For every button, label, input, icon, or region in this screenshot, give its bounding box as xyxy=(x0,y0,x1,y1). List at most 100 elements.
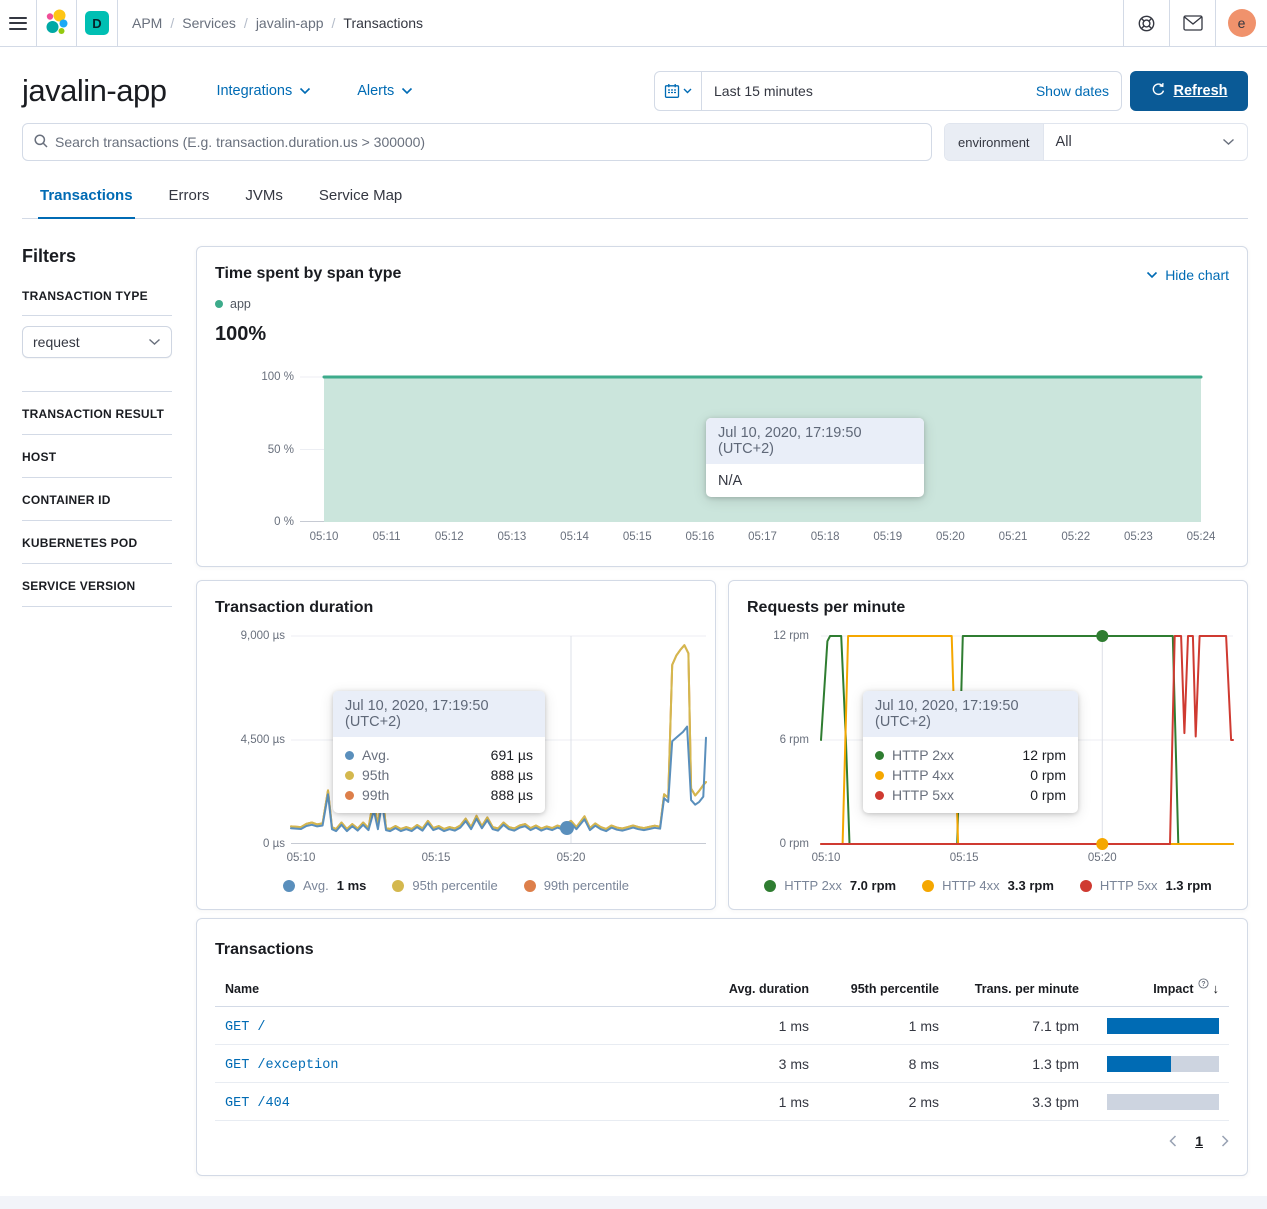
chart-tooltip: Jul 10, 2020, 17:19:50 (UTC+2) Avg.691 µ… xyxy=(333,691,545,813)
chevron-down-icon xyxy=(1222,138,1235,146)
tab-service-map[interactable]: Service Map xyxy=(317,181,404,218)
tooltip-row: HTTP 4xx0 rpm xyxy=(875,765,1066,785)
show-dates-link[interactable]: Show dates xyxy=(1036,83,1109,99)
rpm-chart-legend: HTTP 2xx7.0 rpm HTTP 4xx3.3 rpm HTTP 5xx1.… xyxy=(729,878,1247,893)
newsfeed-mail-icon[interactable] xyxy=(1169,0,1215,46)
transaction-link[interactable]: GET /exception xyxy=(225,1058,338,1073)
search-input[interactable] xyxy=(55,134,921,150)
impact-cell xyxy=(1089,1007,1229,1045)
series-dot-icon xyxy=(875,751,884,760)
y-tick-label: 9,000 µs xyxy=(241,630,285,642)
environment-select[interactable]: environment All xyxy=(944,123,1248,161)
question-circle-icon: ? xyxy=(1198,978,1209,992)
column-header-avg-duration[interactable]: Avg. duration xyxy=(699,973,819,1007)
facet-host[interactable]: HOST xyxy=(22,435,172,478)
column-header-name[interactable]: Name xyxy=(215,973,699,1007)
breadcrumb-item[interactable]: APM xyxy=(132,15,162,31)
facet-transaction-result[interactable]: TRANSACTION RESULT xyxy=(22,392,172,435)
breadcrumb-item[interactable]: Services xyxy=(182,15,236,31)
x-tick-label: 05:10 xyxy=(310,531,339,543)
table-body: GET /1 ms1 ms7.1 tpmGET /exception3 ms8 … xyxy=(215,1007,1229,1121)
span-chart-title: Time spent by span type xyxy=(215,265,401,283)
x-tick-label: 05:24 xyxy=(1187,531,1216,543)
x-tick-label: 05:23 xyxy=(1124,531,1153,543)
column-header-95th[interactable]: 95th percentile xyxy=(819,973,949,1007)
refresh-button[interactable]: Refresh xyxy=(1130,71,1248,111)
tooltip-row: 99th888 µs xyxy=(345,785,533,805)
svg-text:?: ? xyxy=(1201,980,1205,987)
facet-kubernetes-pod[interactable]: KUBERNETES POD xyxy=(22,521,172,564)
service-header: javalin-app Integrations Alerts xyxy=(22,47,1248,111)
facet-container-id[interactable]: CONTAINER ID xyxy=(22,478,172,521)
legend-item[interactable]: HTTP 2xx7.0 rpm xyxy=(764,878,896,893)
requests-per-minute-card: Requests per minute 12 rpm6 rpm0 rpm 05:… xyxy=(728,580,1248,910)
logo-section xyxy=(37,0,77,46)
hide-chart-link[interactable]: Hide chart xyxy=(1146,267,1229,283)
x-tick-label: 05:19 xyxy=(873,531,902,543)
breadcrumb-separator: / xyxy=(332,15,336,31)
tab-jvms[interactable]: JVMs xyxy=(243,181,285,218)
chevron-down-icon xyxy=(1146,271,1158,279)
table-cell: 7.1 tpm xyxy=(949,1007,1089,1045)
space-section: D xyxy=(77,0,118,46)
transaction-link[interactable]: GET / xyxy=(225,1020,266,1035)
x-tick-label: 05:15 xyxy=(623,531,652,543)
date-picker: Last 15 minutes Show dates xyxy=(654,71,1122,111)
impact-cell xyxy=(1089,1083,1229,1121)
table-cell: 1.3 tpm xyxy=(949,1045,1089,1083)
transaction-type-select[interactable]: request xyxy=(22,326,172,358)
column-header-tpm[interactable]: Trans. per minute xyxy=(949,973,1089,1007)
tab-errors[interactable]: Errors xyxy=(167,181,212,218)
y-tick-label: 6 rpm xyxy=(780,734,809,746)
series-dot-icon xyxy=(345,751,354,760)
calendar-icon[interactable] xyxy=(655,72,702,110)
user-menu[interactable]: e xyxy=(1215,0,1267,46)
transactions-table-card: Transactions Name Avg. duration 95th per… xyxy=(196,918,1248,1176)
x-tick-label: 05:12 xyxy=(435,531,464,543)
space-badge[interactable]: D xyxy=(85,11,109,35)
legend-item[interactable]: Avg.1 ms xyxy=(283,878,366,893)
x-axis-labels: 05:1005:1505:20 xyxy=(291,852,706,868)
y-tick-label: 50 % xyxy=(268,444,294,456)
chart-tooltip: Jul 10, 2020, 17:19:50 (UTC+2) N/A xyxy=(706,418,924,497)
facet-service-version[interactable]: SERVICE VERSION xyxy=(22,564,172,607)
tab-transactions[interactable]: Transactions xyxy=(38,181,135,219)
x-tick-label: 05:13 xyxy=(498,531,527,543)
next-page-icon[interactable] xyxy=(1221,1135,1229,1147)
y-tick-label: 4,500 µs xyxy=(241,734,285,746)
impact-bar xyxy=(1107,1056,1219,1072)
legend-item[interactable]: 99th percentile xyxy=(524,878,629,893)
transaction-link[interactable]: GET /404 xyxy=(225,1096,290,1111)
x-axis-labels: 05:1005:1505:20 xyxy=(821,852,1233,868)
legend-dot-icon xyxy=(764,880,776,892)
breadcrumb-item[interactable]: javalin-app xyxy=(256,15,324,31)
legend-item[interactable]: HTTP 5xx1.3 rpm xyxy=(1080,878,1212,893)
avatar[interactable]: e xyxy=(1228,9,1256,37)
legend-item[interactable]: app xyxy=(215,297,251,311)
integrations-dropdown[interactable]: Integrations xyxy=(216,83,311,99)
impact-cell xyxy=(1089,1045,1229,1083)
environment-label: environment xyxy=(945,124,1044,160)
help-icon[interactable] xyxy=(1123,0,1169,46)
duration-chart-legend: Avg.1 ms 95th percentile 99th percentile xyxy=(197,878,715,893)
breadcrumb-item: Transactions xyxy=(343,15,423,31)
rpm-chart-title: Requests per minute xyxy=(747,599,905,617)
hamburger-menu-icon[interactable] xyxy=(9,17,27,30)
filters-title: Filters xyxy=(22,246,172,267)
column-header-impact[interactable]: Impact ? ↓ xyxy=(1089,973,1229,1007)
x-tick-label: 05:22 xyxy=(1061,531,1090,543)
legend-dot-icon xyxy=(215,300,223,308)
x-tick-label: 05:21 xyxy=(999,531,1028,543)
alerts-dropdown[interactable]: Alerts xyxy=(357,83,413,99)
time-range-button[interactable]: Last 15 minutes Show dates xyxy=(702,72,1121,110)
prev-page-icon[interactable] xyxy=(1169,1135,1177,1147)
table-cell: 2 ms xyxy=(819,1083,949,1121)
legend-item[interactable]: HTTP 4xx3.3 rpm xyxy=(922,878,1054,893)
x-tick-label: 05:10 xyxy=(812,852,841,864)
tooltip-row: HTTP 2xx12 rpm xyxy=(875,745,1066,765)
legend-item[interactable]: 95th percentile xyxy=(392,878,497,893)
page-number[interactable]: 1 xyxy=(1195,1133,1203,1149)
y-tick-label: 0 µs xyxy=(263,838,285,850)
elastic-logo[interactable] xyxy=(43,8,71,39)
table-cell: 1 ms xyxy=(699,1007,819,1045)
